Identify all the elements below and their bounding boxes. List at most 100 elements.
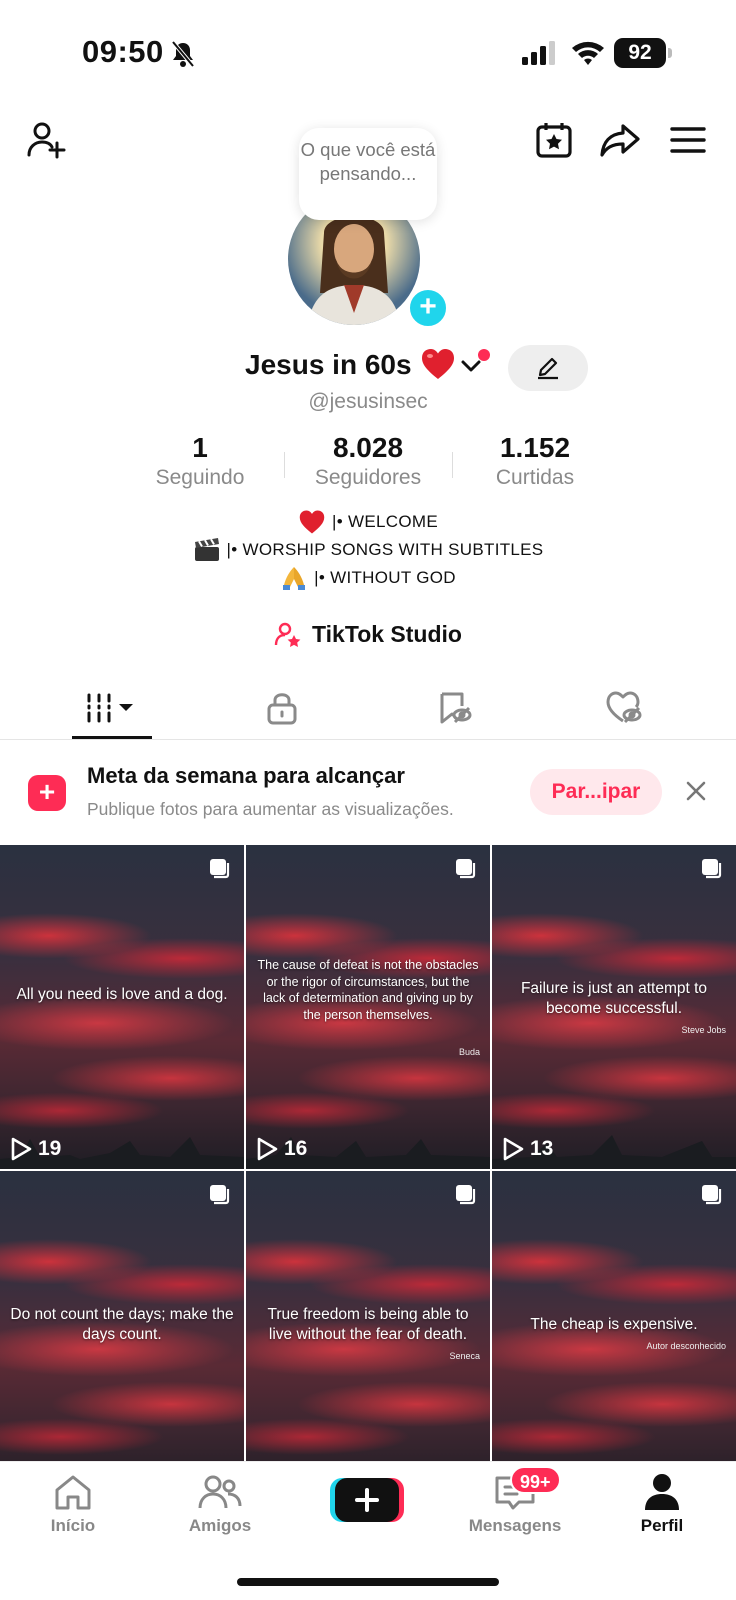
- heart-emoji-icon: [422, 349, 454, 379]
- stat-followers[interactable]: 8.028 Seguidores: [283, 432, 453, 490]
- video-caption: True freedom is being able to live witho…: [267, 1306, 469, 1343]
- clapperboard-emoji-icon: [194, 538, 219, 561]
- nav-label: Amigos: [188, 1516, 252, 1535]
- chevron-down-icon[interactable]: [460, 357, 482, 375]
- video-caption: The cheap is expensive.: [530, 1316, 698, 1333]
- video-caption: Failure is just an attempt to become suc…: [520, 980, 708, 1017]
- cell-signal-icon: [522, 41, 555, 65]
- praying-hands-emoji-icon: [283, 567, 306, 590]
- goal-title: Meta da semana para alcançar: [87, 763, 405, 788]
- bio-line: |• WORSHIP SONGS WITH SUBTITLES: [0, 536, 736, 564]
- active-tab-indicator: [72, 736, 152, 739]
- menu-icon[interactable]: [664, 116, 712, 164]
- video-caption: All you need is love and a dog.: [16, 986, 228, 1003]
- tab-private[interactable]: [190, 676, 374, 740]
- bio-line: |• WELCOME: [0, 508, 736, 536]
- view-count: 19: [10, 1137, 61, 1161]
- video-tile[interactable]: True freedom is being able to live witho…: [246, 1171, 490, 1461]
- multi-photo-icon: [702, 1185, 722, 1205]
- bio-text: |• WORSHIP SONGS WITH SUBTITLES: [226, 540, 544, 559]
- tiktok-studio-link[interactable]: TikTok Studio: [0, 620, 736, 648]
- friends-icon: [198, 1475, 242, 1509]
- play-icon: [503, 1137, 524, 1161]
- battery-indicator: 92: [614, 38, 672, 68]
- profile-name: Jesus in 60s: [245, 349, 412, 380]
- quote-author: Seneca: [449, 1351, 480, 1361]
- home-icon: [55, 1475, 91, 1510]
- share-icon[interactable]: [596, 116, 644, 164]
- profile-bio: |• WELCOME |• WORSHIP SONGS WITH SUBTITL…: [0, 508, 736, 592]
- view-count-value: 16: [284, 1137, 308, 1160]
- studio-label: TikTok Studio: [312, 620, 462, 647]
- pencil-icon: [538, 357, 558, 380]
- weekly-goal-banner: + Meta da semana para alcançar Publique …: [0, 741, 736, 845]
- video-tile[interactable]: Failure is just an attempt to become suc…: [492, 845, 736, 1169]
- bio-text: |• WELCOME: [332, 512, 438, 531]
- video-tile[interactable]: The cause of defeat is not the obstacles…: [246, 845, 490, 1169]
- add-story-button[interactable]: +: [406, 286, 450, 330]
- video-caption: The cause of defeat is not the obstacles…: [257, 958, 479, 1022]
- video-tile[interactable]: All you need is love and a dog. 19: [0, 845, 244, 1169]
- profile-stats: 1 Seguindo 8.028 Seguidores 1.152 Curtid…: [0, 432, 736, 496]
- nav-friends[interactable]: Amigos: [160, 1472, 280, 1536]
- battery-level: 92: [614, 38, 666, 68]
- stat-label: Seguidores: [314, 466, 422, 489]
- stat-value: 1.152: [499, 432, 571, 463]
- play-icon: [11, 1137, 32, 1161]
- lock-icon: [267, 693, 297, 725]
- messages-badge: 99+: [510, 1466, 561, 1494]
- profile-tabs: [0, 676, 736, 740]
- view-count-value: 13: [530, 1137, 554, 1160]
- home-indicator: [237, 1578, 499, 1586]
- video-tile[interactable]: The cheap is expensive. Autor desconheci…: [492, 1171, 736, 1461]
- tab-videos[interactable]: [20, 676, 204, 740]
- bookmark-hidden-icon: [440, 692, 472, 724]
- view-count: 13: [502, 1137, 553, 1161]
- video-tile[interactable]: Do not count the days; make the days cou…: [0, 1171, 244, 1461]
- quote-author: Autor desconhecido: [646, 1341, 726, 1351]
- multi-photo-icon: [210, 1185, 230, 1205]
- status-time: 09:50: [82, 34, 164, 69]
- heart-hidden-icon: [606, 691, 642, 724]
- edit-profile-button[interactable]: [508, 345, 588, 391]
- multi-photo-icon: [210, 859, 230, 879]
- nav-home[interactable]: Início: [13, 1472, 133, 1536]
- create-button[interactable]: [330, 1476, 404, 1524]
- stat-value: 1: [192, 432, 208, 463]
- nav-profile[interactable]: Perfil: [602, 1472, 722, 1536]
- profile-name-row: Jesus in 60s: [0, 345, 736, 391]
- quote-author: Steve Jobs: [681, 1025, 726, 1035]
- nav-label: Início: [50, 1516, 96, 1535]
- add-friend-icon[interactable]: [22, 116, 70, 164]
- multi-photo-icon: [456, 859, 476, 879]
- stat-following[interactable]: 1 Seguindo: [115, 432, 285, 490]
- stat-value: 8.028: [332, 432, 404, 463]
- bell-muted-icon: [171, 40, 195, 68]
- calendar-star-icon[interactable]: [530, 116, 578, 164]
- nav-label: Perfil: [640, 1516, 684, 1535]
- quote-author: Buda: [458, 1047, 480, 1057]
- stat-likes[interactable]: 1.152 Curtidas: [450, 432, 620, 490]
- participate-button[interactable]: Par...ipar: [530, 769, 662, 815]
- studio-icon: [274, 622, 301, 647]
- view-count-value: 19: [38, 1137, 62, 1160]
- plus-badge-icon: +: [28, 775, 66, 811]
- stat-label: Curtidas: [495, 466, 575, 489]
- nav-label: Mensagens: [468, 1516, 562, 1535]
- thought-bubble[interactable]: O que você está pensando...: [299, 128, 437, 220]
- close-icon[interactable]: [684, 779, 708, 803]
- heart-emoji-icon: [299, 510, 325, 534]
- notification-dot: [478, 349, 490, 361]
- video-grid: All you need is love and a dog. 19 The c…: [0, 845, 736, 1461]
- grid-filter-icon: [87, 693, 133, 723]
- view-count: 16: [256, 1137, 307, 1161]
- tab-saved[interactable]: [362, 676, 546, 740]
- wifi-icon: [572, 41, 604, 65]
- profile-handle: @jesusinsec: [308, 390, 428, 413]
- bio-text: |• WITHOUT GOD: [314, 568, 456, 587]
- tab-liked[interactable]: [532, 676, 716, 740]
- multi-photo-icon: [702, 859, 722, 879]
- goal-subtitle: Publique fotos para aumentar as visualiz…: [87, 799, 454, 819]
- video-caption: Do not count the days; make the days cou…: [10, 1306, 234, 1343]
- multi-photo-icon: [456, 1185, 476, 1205]
